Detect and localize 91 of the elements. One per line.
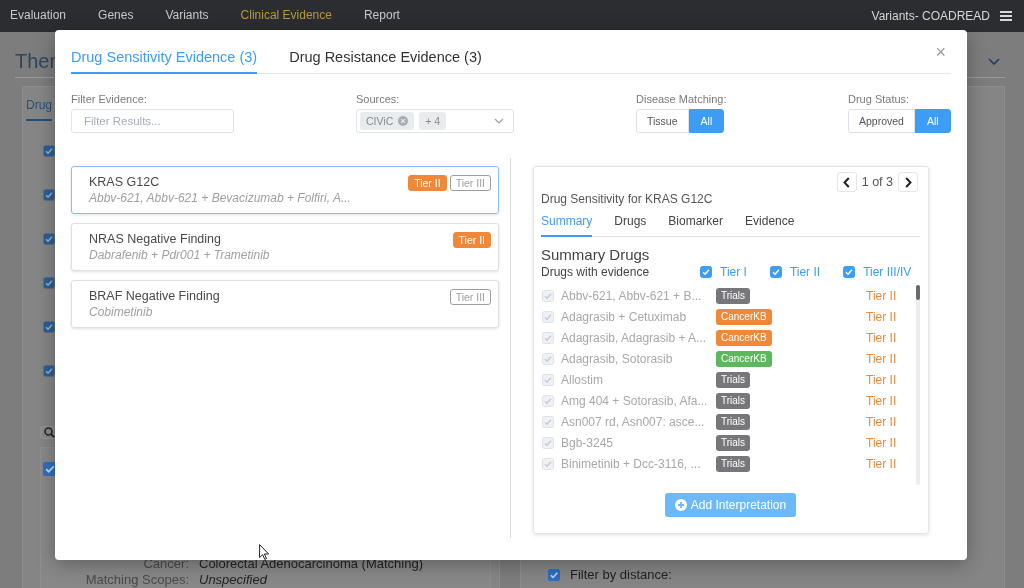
- checkbox[interactable]: [843, 266, 856, 279]
- page-title: Ther: [15, 49, 57, 74]
- project-name: Variants- COADREAD: [871, 9, 990, 23]
- checkbox[interactable]: [43, 321, 55, 333]
- detail-tab[interactable]: Biomarker: [668, 214, 724, 237]
- chevron-down-icon[interactable]: [494, 118, 504, 124]
- tier-text: Tier II: [866, 456, 898, 471]
- source-tag: CancerKB: [716, 329, 772, 346]
- tier-tag: Tier III: [449, 289, 491, 305]
- chevron-down-icon[interactable]: [988, 57, 1000, 65]
- checkbox[interactable]: [769, 266, 782, 279]
- checkbox[interactable]: [548, 569, 560, 581]
- source-tag: Trials: [716, 434, 751, 451]
- toggle-button[interactable]: Approved: [848, 109, 915, 133]
- source-tag: CancerKB: [716, 308, 772, 325]
- tier-filter-label: Tier III/IV: [863, 265, 912, 280]
- source-tag: Trials: [716, 392, 751, 409]
- source-tag: Trials: [716, 455, 751, 472]
- source-tag: Trials: [716, 371, 751, 388]
- drug-name: Asn007 rd, Asn007: asce...: [561, 414, 706, 429]
- filter-label: Filter by distance:: [570, 567, 672, 583]
- tier-text: Tier II: [866, 351, 898, 366]
- toggle-button[interactable]: Tissue: [636, 109, 689, 133]
- drug-name: Adagrasib, Adagrasib + A...: [561, 330, 708, 345]
- previous-page-button[interactable]: [836, 172, 857, 192]
- checkbox[interactable]: [700, 266, 712, 279]
- tier-text: Tier II: [866, 288, 898, 303]
- drug-name: Adagrasib, Sotorasib: [561, 351, 674, 366]
- variant-card[interactable]: KRAS G12C Abbv-621, Abbv-621 + Bevacizumab + Folfiri, A... Tier II Tier III: [71, 166, 499, 214]
- detail-value: Unspecified: [199, 572, 267, 588]
- tier-text: Tier II: [866, 309, 898, 324]
- source-tag: Trials: [716, 287, 751, 304]
- section-title: Summary Drugs: [541, 247, 651, 263]
- tier-text: Tier II: [866, 372, 898, 387]
- checkbox[interactable]: [43, 277, 55, 289]
- detail-tab[interactable]: Evidence: [745, 214, 795, 237]
- detail-tab[interactable]: Drugs: [614, 214, 647, 237]
- tier-tag: Tier II: [452, 232, 491, 248]
- detail-heading: Drug Sensitivity for KRAS G12C: [541, 192, 714, 206]
- scrollbar-thumb[interactable]: [916, 285, 920, 301]
- detail-label: Matching Scopes:: [84, 572, 189, 588]
- search-field[interactable]: [40, 426, 55, 439]
- menu-icon[interactable]: [1000, 11, 1012, 21]
- next-page-button[interactable]: [898, 172, 918, 192]
- search-icon: [44, 427, 55, 438]
- checkbox[interactable]: [43, 365, 55, 377]
- variant-card[interactable]: NRAS Negative Finding Dabrafenib + Pdr001 + Trametinib Tier II: [71, 223, 499, 271]
- nav-tab[interactable]: Report: [363, 0, 400, 32]
- drug-name: Adagrasib + Cetuximab: [561, 309, 688, 324]
- filter-label: Filter Evidence:: [71, 92, 147, 106]
- drug-list: Abbv-621, Abbv-621 + Bevacizumab + Folfiri, A...: [89, 191, 351, 206]
- remove-icon[interactable]: [398, 116, 409, 126]
- filter-label: Drug Status:: [848, 92, 910, 106]
- variant-title: BRAF Negative Finding: [89, 289, 220, 304]
- nav-tab[interactable]: Evaluation: [10, 0, 67, 32]
- drug-name: Bgb-3245: [561, 435, 615, 450]
- variant-title: NRAS Negative Finding: [89, 232, 222, 247]
- filter-input[interactable]: Filter Results...: [71, 109, 234, 133]
- tier-filter-label: Tier I: [720, 265, 747, 280]
- variant-card[interactable]: BRAF Negative Finding Cobimetinib Tier III: [71, 280, 499, 328]
- drug-list: Cobimetinib: [89, 305, 220, 320]
- tier-tag: Tier III: [449, 175, 491, 191]
- plus-circle-icon: [674, 499, 687, 512]
- source-tag: Trials: [716, 413, 751, 430]
- checkbox[interactable]: [43, 189, 55, 201]
- nav-tab[interactable]: Variants: [165, 0, 209, 32]
- drug-name: Abbv-621, Abbv-621 + B...: [561, 288, 703, 303]
- filter-label: Disease Matching:: [636, 92, 727, 106]
- section-subtitle: Drugs with evidence: [541, 265, 651, 280]
- tier-text: Tier II: [866, 414, 898, 429]
- nav-tab[interactable]: Genes: [98, 0, 134, 32]
- tier-text: Tier II: [866, 393, 898, 408]
- source-tag: CancerKB: [716, 350, 772, 367]
- tier-text: Tier II: [866, 435, 898, 450]
- drug-name: Allostim: [561, 372, 604, 387]
- detail-value: Colorectal Adenocarcinoma (Matching): [199, 556, 423, 572]
- chevron-left-icon: [843, 176, 851, 188]
- drug-name: Binimetinib + Dcc-3116, ...: [561, 456, 702, 471]
- checkbox[interactable]: [43, 233, 55, 245]
- tier-filter-label: Tier II: [789, 265, 821, 280]
- chevron-right-icon: [904, 176, 912, 188]
- checkbox[interactable]: [43, 145, 55, 157]
- detail-label: Cancer:: [142, 556, 189, 572]
- tier-tag: Tier II: [408, 175, 447, 191]
- drug-list: Dabrafenib + Pdr001 + Trametinib: [89, 248, 270, 263]
- page-indicator: 1 of 3: [861, 175, 893, 189]
- filter-label: Sources:: [356, 92, 400, 106]
- evidence-tab[interactable]: Drug Resistance Evidence (3): [289, 48, 482, 74]
- tier-text: Tier II: [866, 330, 898, 345]
- drug-name: Amg 404 + Sotorasib, Afa...: [561, 393, 709, 408]
- variant-title: KRAS G12C: [89, 175, 161, 190]
